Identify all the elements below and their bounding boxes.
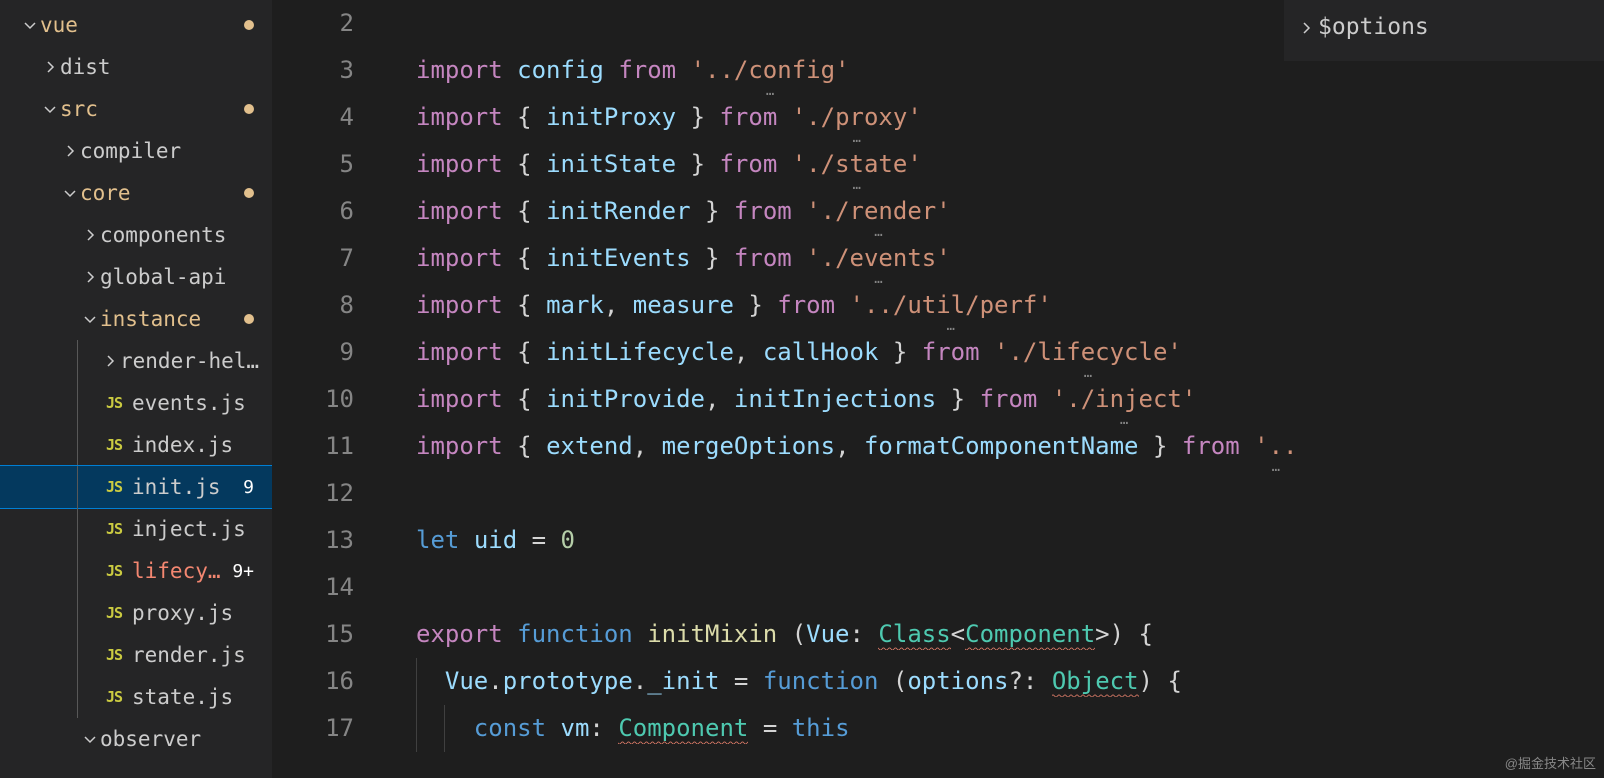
folder-item[interactable]: global-api [0,256,272,298]
tree-item-label: src [60,97,98,121]
modified-dot-icon [244,104,254,114]
line-number: 15 [272,611,354,658]
tree-item-label: vue [40,13,78,37]
code-line[interactable]: import { initRender } from './render' [382,188,1604,235]
tree-item-label: components [100,223,226,247]
tree-item-label: proxy.js [132,601,233,625]
modified-dot-icon [244,20,254,30]
line-number: 5 [272,141,354,188]
line-number: 16 [272,658,354,705]
code-content[interactable]: import config from '../config'import { i… [382,0,1604,778]
code-line[interactable] [382,564,1604,611]
line-number: 7 [272,235,354,282]
watermark: @掘金技术社区 [1505,753,1596,772]
chevron-right-icon[interactable] [80,267,100,287]
problems-badge: 9 [237,477,260,498]
code-line[interactable]: import { initEvents } from './events' [382,235,1604,282]
file-explorer[interactable]: vue dist src compiler core components global-a… [0,0,272,778]
tree-item-label: render-hel… [120,349,259,373]
line-number: 14 [272,564,354,611]
code-line[interactable]: import { initProxy } from './proxy' [382,94,1604,141]
js-file-icon: JS [100,646,128,664]
tree-item-label: observer [100,727,201,751]
file-item[interactable]: JSevents.js [0,382,272,424]
tree-item-label: state.js [132,685,233,709]
line-number: 9 [272,329,354,376]
file-item[interactable]: JSlifecy…9+ [0,550,272,592]
chevron-down-icon[interactable] [60,183,80,203]
js-file-icon: JS [100,394,128,412]
problems-badge: 9+ [226,561,260,582]
folder-item[interactable]: compiler [0,130,272,172]
js-file-icon: JS [100,520,128,538]
file-item[interactable]: JSinit.js 9 [0,466,272,508]
line-number: 12 [272,470,354,517]
js-file-icon: JS [100,562,128,580]
folder-item[interactable]: components [0,214,272,256]
folder-item[interactable]: observer [0,718,272,760]
code-editor[interactable]: 234567891011121314151617 import config f… [272,0,1604,778]
code-line[interactable]: import { initState } from './state' [382,141,1604,188]
line-number: 13 [272,517,354,564]
chevron-down-icon[interactable] [20,15,40,35]
js-file-icon: JS [100,478,128,496]
code-line[interactable]: let uid = 0 [382,517,1604,564]
js-file-icon: JS [100,436,128,454]
tree-item-label: render.js [132,643,246,667]
js-file-icon: JS [100,688,128,706]
file-item[interactable]: JSstate.js [0,676,272,718]
line-number: 2 [272,0,354,47]
chevron-right-icon[interactable] [40,57,60,77]
tree-item-label: index.js [132,433,233,457]
tree-item-label: global-api [100,265,226,289]
js-file-icon: JS [100,604,128,622]
file-item[interactable]: JSproxy.js [0,592,272,634]
tree-item-label: inject.js [132,517,246,541]
code-line[interactable]: export function initMixin (Vue: Class<Co… [382,611,1604,658]
chevron-right-icon[interactable] [80,225,100,245]
line-number: 3 [272,47,354,94]
chevron-right-icon [1294,20,1318,36]
chevron-right-icon[interactable] [60,141,80,161]
line-number: 8 [272,282,354,329]
code-line[interactable]: import { initLifecycle, callHook } from … [382,329,1604,376]
code-line[interactable]: import { extend, mergeOptions, formatCom… [382,423,1604,470]
line-number: 4 [272,94,354,141]
chevron-down-icon[interactable] [40,99,60,119]
tree-item-label: events.js [132,391,246,415]
folder-item[interactable]: core [0,172,272,214]
code-line[interactable]: import { mark, measure } from '../util/p… [382,282,1604,329]
tree-item-label: core [80,181,131,205]
outline-panel[interactable]: $options [1284,0,1604,61]
modified-dot-icon [244,314,254,324]
tree-item-label: lifecy… [132,559,221,583]
line-numbers: 234567891011121314151617 [272,0,382,778]
line-number: 10 [272,376,354,423]
chevron-down-icon[interactable] [80,309,100,329]
line-number: 11 [272,423,354,470]
outline-item-label[interactable]: $options [1318,4,1429,51]
line-number: 17 [272,705,354,752]
line-number: 6 [272,188,354,235]
file-item[interactable]: JSindex.js [0,424,272,466]
file-item[interactable]: JSrender.js [0,634,272,676]
modified-dot-icon [244,188,254,198]
folder-item[interactable]: vue [0,4,272,46]
tree-item-label: instance [100,307,201,331]
folder-item[interactable]: dist [0,46,272,88]
chevron-down-icon[interactable] [80,729,100,749]
folder-item[interactable]: render-hel… [0,340,272,382]
folder-item[interactable]: instance [0,298,272,340]
file-item[interactable]: JSinject.js [0,508,272,550]
tree-item-label: dist [60,55,111,79]
tree-item-label: compiler [80,139,181,163]
code-line[interactable]: const vm: Component = this [382,705,1604,752]
folder-item[interactable]: src [0,88,272,130]
code-line[interactable]: import { initProvide, initInjections } f… [382,376,1604,423]
code-line[interactable] [382,470,1604,517]
tree-item-label: init.js [132,475,221,499]
code-line[interactable]: Vue.prototype._init = function (options?… [382,658,1604,705]
chevron-right-icon[interactable] [100,351,120,371]
